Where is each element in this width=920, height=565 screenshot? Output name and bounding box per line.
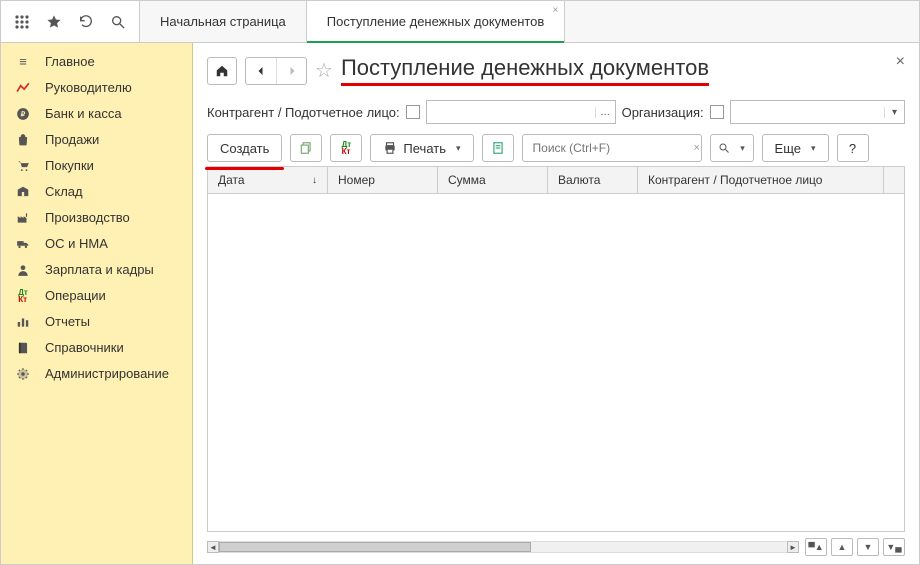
button-label: Печать: [403, 141, 446, 156]
dtkt-button[interactable]: ДтКт: [330, 134, 362, 162]
sidebar-item-label: ОС и НМА: [45, 236, 108, 252]
sidebar-item-label: Склад: [45, 184, 83, 200]
col-date[interactable]: Дата ↓: [208, 167, 328, 193]
sidebar-item-main[interactable]: ≡ Главное: [1, 49, 192, 75]
close-page-button[interactable]: ×: [896, 53, 905, 71]
filter-org-combo[interactable]: ▾: [730, 100, 905, 124]
nav-history: [245, 57, 307, 85]
scroll-right-icon[interactable]: ►: [787, 541, 799, 553]
sidebar-item-reports[interactable]: Отчеты: [1, 309, 192, 335]
home-button[interactable]: [207, 57, 237, 85]
apps-icon[interactable]: [13, 13, 31, 31]
chart-icon: [15, 80, 31, 96]
close-icon[interactable]: ×: [552, 5, 558, 16]
sidebar: ≡ Главное Руководителю ₽ Банк и касса Пр…: [1, 43, 193, 564]
menu-icon: ≡: [15, 54, 31, 70]
sidebar-item-label: Операции: [45, 288, 106, 304]
filter-org-checkbox[interactable]: [710, 105, 724, 119]
scroll-left-icon[interactable]: ◄: [207, 541, 219, 553]
grid-body[interactable]: [207, 194, 905, 532]
bag-icon: [15, 132, 31, 148]
search-input[interactable]: ×: [522, 134, 702, 162]
grid-up-button[interactable]: ▲: [831, 538, 853, 556]
sidebar-item-label: Справочники: [45, 340, 124, 356]
dtkt-icon: ДтКт: [15, 288, 31, 304]
sidebar-item-hr[interactable]: Зарплата и кадры: [1, 257, 192, 283]
star-icon[interactable]: [45, 13, 63, 31]
sidebar-item-warehouse[interactable]: Склад: [1, 179, 192, 205]
sidebar-item-label: Продажи: [45, 132, 99, 148]
copy-button[interactable]: [290, 134, 322, 162]
dropdown-icon[interactable]: ▾: [884, 107, 904, 118]
tab-label: Начальная страница: [160, 14, 286, 29]
sidebar-item-assets[interactable]: ОС и НМА: [1, 231, 192, 257]
sidebar-item-operations[interactable]: ДтКт Операции: [1, 283, 192, 309]
sidebar-item-label: Зарплата и кадры: [45, 262, 154, 278]
col-number[interactable]: Номер: [328, 167, 438, 193]
back-button[interactable]: [246, 58, 276, 84]
tab-home[interactable]: Начальная страница: [140, 1, 307, 42]
truck-icon: [15, 236, 31, 252]
sidebar-item-label: Банк и касса: [45, 106, 122, 122]
scroll-thumb[interactable]: [219, 542, 531, 552]
more-button[interactable]: Еще: [762, 134, 829, 162]
sidebar-item-label: Руководителю: [45, 80, 132, 96]
search-field[interactable]: [531, 140, 690, 156]
book-icon: [15, 340, 31, 356]
sidebar-item-label: Главное: [45, 54, 95, 70]
tab-incoming-docs[interactable]: Поступление денежных документов ×: [307, 1, 566, 42]
button-label: Создать: [220, 141, 269, 156]
bars-icon: [15, 314, 31, 330]
print-button[interactable]: Печать: [370, 134, 473, 162]
favorite-toggle[interactable]: ☆: [315, 58, 333, 83]
history-icon[interactable]: [77, 13, 95, 31]
sidebar-item-bank[interactable]: ₽ Банк и касса: [1, 101, 192, 127]
forward-button[interactable]: [276, 58, 306, 84]
create-button[interactable]: Создать: [207, 134, 282, 162]
sidebar-item-label: Администрирование: [45, 366, 169, 382]
sort-asc-icon: ↓: [312, 175, 317, 186]
filter-counterparty-checkbox[interactable]: [406, 105, 420, 119]
attach-button[interactable]: [482, 134, 514, 162]
grid-last-button[interactable]: ▼▄: [883, 538, 905, 556]
filter-org-label: Организация:: [622, 105, 704, 120]
sidebar-item-directories[interactable]: Справочники: [1, 335, 192, 361]
sidebar-item-admin[interactable]: Администрирование: [1, 361, 192, 387]
sidebar-item-label: Покупки: [45, 158, 94, 174]
filter-counterparty-label: Контрагент / Подотчетное лицо:: [207, 105, 400, 120]
button-label: ?: [849, 141, 856, 156]
col-currency[interactable]: Валюта: [548, 167, 638, 193]
col-counterparty[interactable]: Контрагент / Подотчетное лицо: [638, 167, 884, 193]
sidebar-item-sales[interactable]: Продажи: [1, 127, 192, 153]
box-icon: [15, 184, 31, 200]
sidebar-item-label: Производство: [45, 210, 130, 226]
cart-icon: [15, 158, 31, 174]
clear-search-icon[interactable]: ×: [690, 142, 704, 154]
sidebar-item-production[interactable]: Производство: [1, 205, 192, 231]
ellipsis-icon[interactable]: …: [595, 107, 615, 118]
tab-label: Поступление денежных документов: [327, 14, 545, 29]
grid-header: Дата ↓ Номер Сумма Валюта Контрагент / П…: [207, 166, 905, 194]
find-dropdown[interactable]: [710, 134, 754, 162]
col-extra[interactable]: [884, 167, 904, 193]
person-icon: [15, 262, 31, 278]
gear-icon: [15, 366, 31, 382]
horizontal-scrollbar[interactable]: ◄ ►: [207, 540, 799, 554]
search-icon[interactable]: [109, 13, 127, 31]
help-button[interactable]: ?: [837, 134, 869, 162]
grid-down-button[interactable]: ▼: [857, 538, 879, 556]
sidebar-item-label: Отчеты: [45, 314, 90, 330]
svg-text:₽: ₽: [21, 110, 26, 118]
grid-first-button[interactable]: ▀▲: [805, 538, 827, 556]
sidebar-item-manager[interactable]: Руководителю: [1, 75, 192, 101]
page-title: Поступление денежных документов: [341, 55, 709, 86]
factory-icon: [15, 210, 31, 226]
sidebar-item-purchases[interactable]: Покупки: [1, 153, 192, 179]
ruble-icon: ₽: [15, 106, 31, 122]
col-sum[interactable]: Сумма: [438, 167, 548, 193]
filter-counterparty-combo[interactable]: …: [426, 100, 616, 124]
button-label: Еще: [775, 141, 801, 156]
